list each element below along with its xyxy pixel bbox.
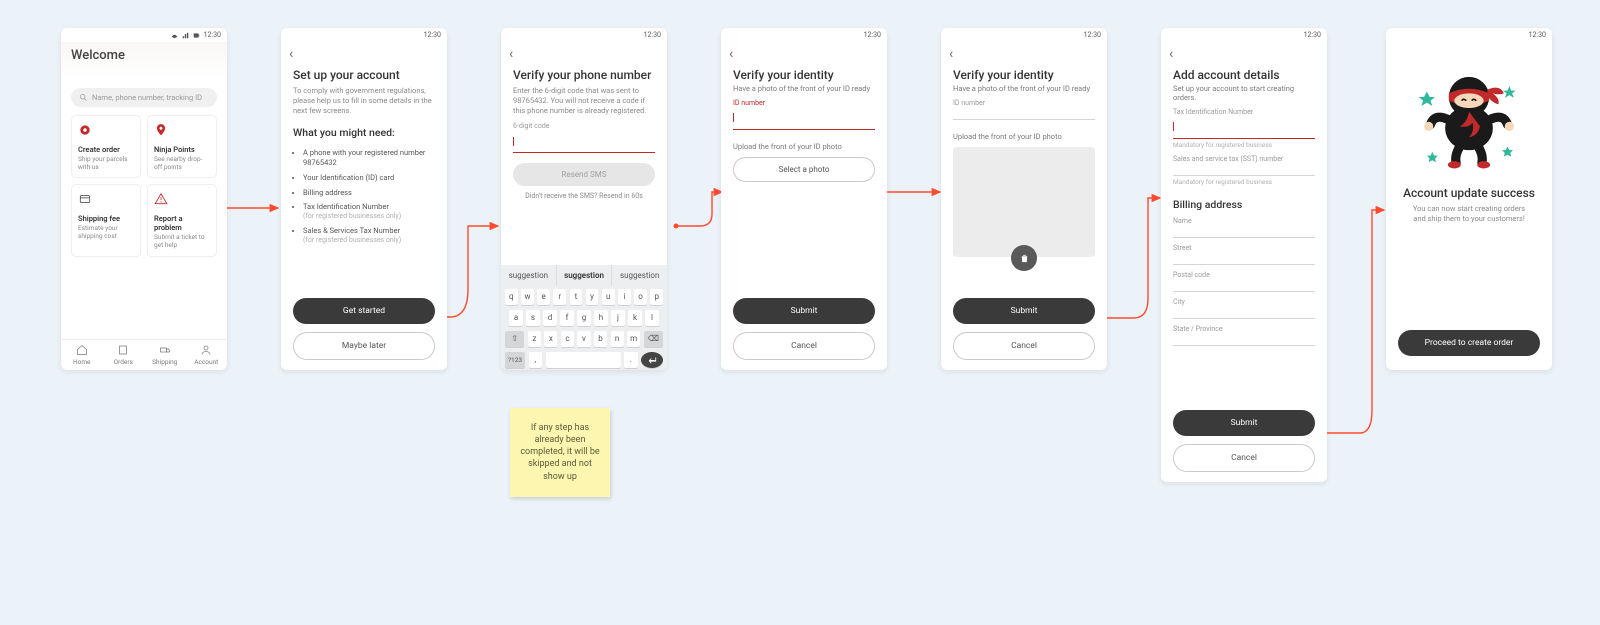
card-shipping-fee[interactable]: Shipping fee Estimate your shipping cost <box>71 184 141 256</box>
delete-photo-button[interactable] <box>1011 245 1037 271</box>
billing-state-province-field[interactable]: State / Province <box>1173 325 1315 346</box>
pin-icon <box>154 123 168 137</box>
billing-name-field[interactable]: Name <box>1173 217 1315 238</box>
screen-verify-id-b: 12:30 ‹ Verify your identity Have a phot… <box>941 28 1107 370</box>
setup-intro: To comply with government regulations, p… <box>281 86 447 116</box>
screen-verify-id-a: 12:30 ‹ Verify your identity Have a phot… <box>721 28 887 370</box>
page-title: Welcome <box>61 42 227 65</box>
trash-icon <box>1019 253 1030 264</box>
screen-success: 12:30 A <box>1386 28 1552 370</box>
screen-account-details: 12:30 ‹ Add account details Set up your … <box>1161 28 1327 482</box>
sticky-note: If any step has already been completed, … <box>510 408 610 497</box>
back-button[interactable]: ‹ <box>1161 42 1327 62</box>
submit-button[interactable]: Submit <box>1173 410 1315 436</box>
card-report-problem[interactable]: Report a problem Submit a ticket to get … <box>147 184 217 256</box>
screen-verify-phone: 12:30 ‹ Verify your phone number Enter t… <box>501 28 667 370</box>
verify-phone-title: Verify your phone number <box>501 68 667 82</box>
screen-home: 12:30 Welcome Name, phone number, tracki… <box>61 28 227 370</box>
back-button[interactable]: ‹ <box>941 42 1107 62</box>
select-photo-button[interactable]: Select a photo <box>733 157 875 182</box>
cancel-button[interactable]: Cancel <box>953 332 1095 360</box>
maybe-later-button[interactable]: Maybe later <box>293 332 435 360</box>
tab-bar: Home Orders Shipping Account <box>61 339 227 370</box>
ninja-illustration <box>1386 42 1552 180</box>
cancel-button[interactable]: Cancel <box>733 332 875 360</box>
fee-icon <box>78 192 92 206</box>
search-icon <box>79 93 88 102</box>
tab-account[interactable]: Account <box>186 340 228 370</box>
back-button[interactable]: ‹ <box>501 42 667 62</box>
id-number-field[interactable]: ID number <box>733 99 875 130</box>
id-number-field[interactable]: ID number <box>953 99 1095 120</box>
keyboard[interactable]: suggestion suggestion suggestion qwertyu… <box>501 265 667 370</box>
resend-sms-button[interactable]: Resend SMS <box>513 163 655 186</box>
uploaded-photo <box>953 147 1095 257</box>
sst-field[interactable]: Sales and service tax (SST) number <box>1173 155 1315 176</box>
billing-street-field[interactable]: Street <box>1173 244 1315 265</box>
search-input[interactable]: Name, phone number, tracking ID <box>71 88 217 107</box>
back-button[interactable]: ‹ <box>281 42 447 62</box>
card-create-order[interactable]: Create order Ship your parcels with us <box>71 115 141 178</box>
submit-button[interactable]: Submit <box>733 298 875 324</box>
setup-title: Set up your account <box>281 68 447 82</box>
wifi-icon <box>171 32 178 39</box>
get-started-button[interactable]: Get started <box>293 298 435 324</box>
success-title: Account update success <box>1386 186 1552 200</box>
need-list: A phone with your registered number 9876… <box>281 139 447 245</box>
need-title: What you might need: <box>281 126 447 139</box>
submit-button[interactable]: Submit <box>953 298 1095 324</box>
screen-setup: 12:30 ‹ Set up your account To comply wi… <box>281 28 447 370</box>
alert-icon <box>154 192 168 206</box>
clock: 12:30 <box>204 31 221 39</box>
enter-key[interactable] <box>641 352 663 368</box>
card-ninja-points[interactable]: Ninja Points See nearby drop-off points <box>147 115 217 178</box>
billing-postal-code-field[interactable]: Postal code <box>1173 271 1315 292</box>
code-field[interactable]: 6-digit code <box>513 122 655 153</box>
billing-city-field[interactable]: City <box>1173 298 1315 319</box>
battery-icon <box>193 32 200 39</box>
status-bar: 12:30 <box>61 28 227 42</box>
cancel-button[interactable]: Cancel <box>1173 444 1315 472</box>
ship-icon <box>78 123 92 137</box>
spacebar[interactable] <box>546 352 621 368</box>
back-button[interactable]: ‹ <box>721 42 887 62</box>
proceed-button[interactable]: Proceed to create order <box>1398 330 1540 356</box>
tab-orders[interactable]: Orders <box>103 340 145 370</box>
tin-field[interactable]: Tax Identification Number <box>1173 108 1315 139</box>
tab-shipping[interactable]: Shipping <box>144 340 186 370</box>
signal-icon <box>182 32 189 39</box>
tab-home[interactable]: Home <box>61 340 103 370</box>
